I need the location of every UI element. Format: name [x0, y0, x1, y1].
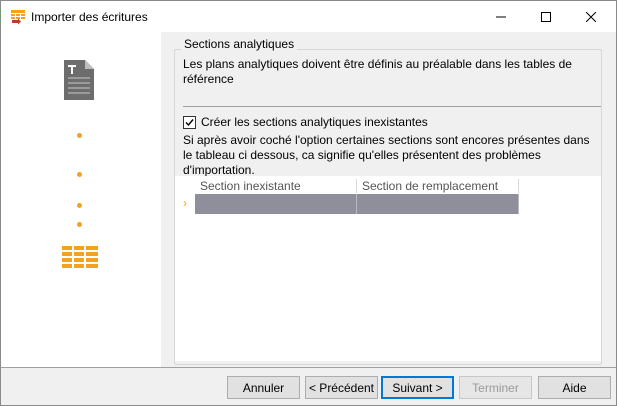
window-title: Importer des écritures — [31, 10, 148, 24]
info-text: Les plans analytiques doivent être défin… — [183, 57, 572, 86]
step-dot — [77, 203, 82, 208]
maximize-icon — [540, 11, 551, 22]
create-sections-checkbox-row[interactable]: Créer les sections analytiques inexistan… — [183, 115, 428, 129]
title-bar: Importer des écritures — [1, 1, 616, 32]
next-button[interactable]: Suivant > — [381, 376, 454, 399]
minimize-icon — [495, 16, 506, 17]
checkmark-icon — [185, 118, 194, 126]
table-row[interactable] — [195, 194, 519, 214]
import-dialog: Importer des écritures Sections analytiq… — [0, 0, 617, 406]
previous-button[interactable]: < Précédent — [305, 376, 378, 399]
minimize-button[interactable] — [478, 1, 523, 32]
create-sections-label: Créer les sections analytiques inexistan… — [201, 115, 428, 129]
wizard-steps-pane — [1, 32, 161, 367]
table-grid-icon — [62, 246, 100, 273]
column-header-replacement-section[interactable]: Section de remplacement — [357, 179, 519, 193]
step-dot — [77, 172, 82, 177]
groupbox-title: Sections analytiques — [181, 37, 298, 51]
help-button[interactable]: Aide — [538, 376, 611, 399]
wizard-content: Sections analytiques Les plans analytiqu… — [161, 32, 613, 367]
separator — [183, 106, 601, 107]
row-indicator-icon: › — [183, 196, 187, 210]
column-header-missing-section[interactable]: Section inexistante — [195, 179, 357, 193]
step-dot — [77, 133, 82, 138]
step-dot — [77, 222, 82, 227]
app-table-icon — [10, 9, 26, 25]
cancel-button[interactable]: Annuler — [227, 376, 300, 399]
create-sections-checkbox[interactable] — [183, 115, 196, 129]
document-icon — [64, 60, 94, 103]
sections-grid[interactable]: Section inexistante Section de remplacem… — [175, 176, 601, 361]
grid-header: Section inexistante Section de remplacem… — [195, 179, 519, 193]
close-icon — [585, 11, 596, 22]
finish-button[interactable]: Terminer — [459, 376, 532, 399]
cell-missing-section[interactable] — [195, 194, 357, 214]
footer-divider — [1, 367, 616, 368]
cell-replacement-section[interactable] — [357, 194, 519, 214]
close-button[interactable] — [568, 1, 613, 32]
maximize-button[interactable] — [523, 1, 568, 32]
description-text: Si après avoir coché l'option certaines … — [183, 133, 590, 177]
